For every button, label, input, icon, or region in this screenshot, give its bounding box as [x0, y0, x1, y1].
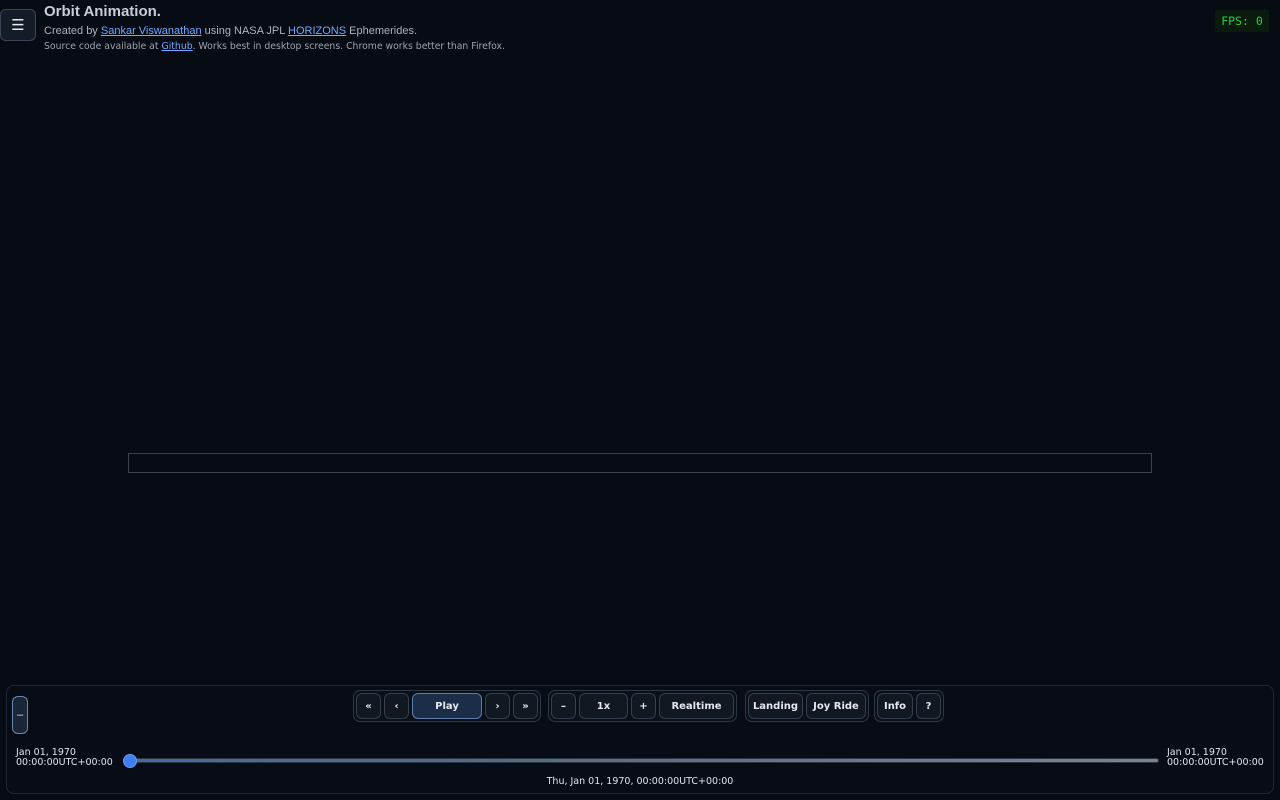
previous-button[interactable]: ‹ [384, 693, 409, 719]
realtime-button[interactable]: Realtime [659, 693, 734, 719]
credit-prefix: Created by [44, 25, 98, 37]
header: Orbit Animation. Created by Sankar Viswa… [44, 3, 505, 52]
timeline-slider-thumb[interactable] [123, 754, 137, 768]
help-controls: Info ? [874, 690, 944, 722]
source-line: Source code available at Github. Works b… [44, 41, 505, 52]
fps-counter: FPS: 0 [1215, 10, 1269, 32]
credit-suffix: Ephemerides. [349, 25, 418, 37]
author-link[interactable]: Sankar Viswanathan [101, 25, 202, 37]
hamburger-icon: ☰ [11, 17, 25, 34]
info-button[interactable]: Info [877, 693, 913, 719]
timeline-start-time: 00:00:00UTC+00:00 [16, 757, 113, 768]
collapse-panel-button[interactable]: – [12, 696, 28, 734]
first-button[interactable]: « [356, 693, 381, 719]
playback-controls: « ‹ Play › » [353, 690, 541, 722]
control-panel: – « ‹ Play › » – 1x + Realtime Landing J… [6, 685, 1274, 794]
last-button[interactable]: » [513, 693, 538, 719]
next-button[interactable]: › [485, 693, 510, 719]
speed-controls: – 1x + Realtime [548, 690, 737, 722]
horizons-link[interactable]: HORIZONS [288, 25, 346, 37]
speed-decrease-button[interactable]: – [551, 693, 576, 719]
joy-ride-button[interactable]: Joy Ride [806, 693, 866, 719]
play-button[interactable]: Play [412, 693, 482, 719]
credit-line: Created by Sankar Viswanathan using NASA… [44, 25, 505, 37]
credit-mid: using NASA JPL [204, 25, 285, 37]
animation-canvas[interactable] [128, 453, 1152, 473]
speed-value: 1x [579, 693, 628, 719]
speed-increase-button[interactable]: + [631, 693, 656, 719]
menu-button[interactable]: ☰ [0, 9, 36, 41]
source-prefix: Source code available at [44, 41, 159, 52]
current-time: Thu, Jan 01, 1970, 00:00:00UTC+00:00 [546, 776, 734, 787]
timeline-slider[interactable] [127, 758, 1159, 763]
timeline-start-label: Jan 01, 1970 00:00:00UTC+00:00 [16, 748, 113, 768]
landing-button[interactable]: Landing [748, 693, 803, 719]
view-controls: Landing Joy Ride [745, 690, 869, 722]
page-title: Orbit Animation. [44, 3, 161, 20]
timeline-end-label: Jan 01, 1970 00:00:00UTC+00:00 [1167, 748, 1264, 768]
github-link[interactable]: Github [162, 41, 193, 52]
help-button[interactable]: ? [916, 693, 941, 719]
source-suffix: . Works best in desktop screens. Chrome … [192, 41, 506, 52]
timeline-end-time: 00:00:00UTC+00:00 [1167, 757, 1264, 768]
